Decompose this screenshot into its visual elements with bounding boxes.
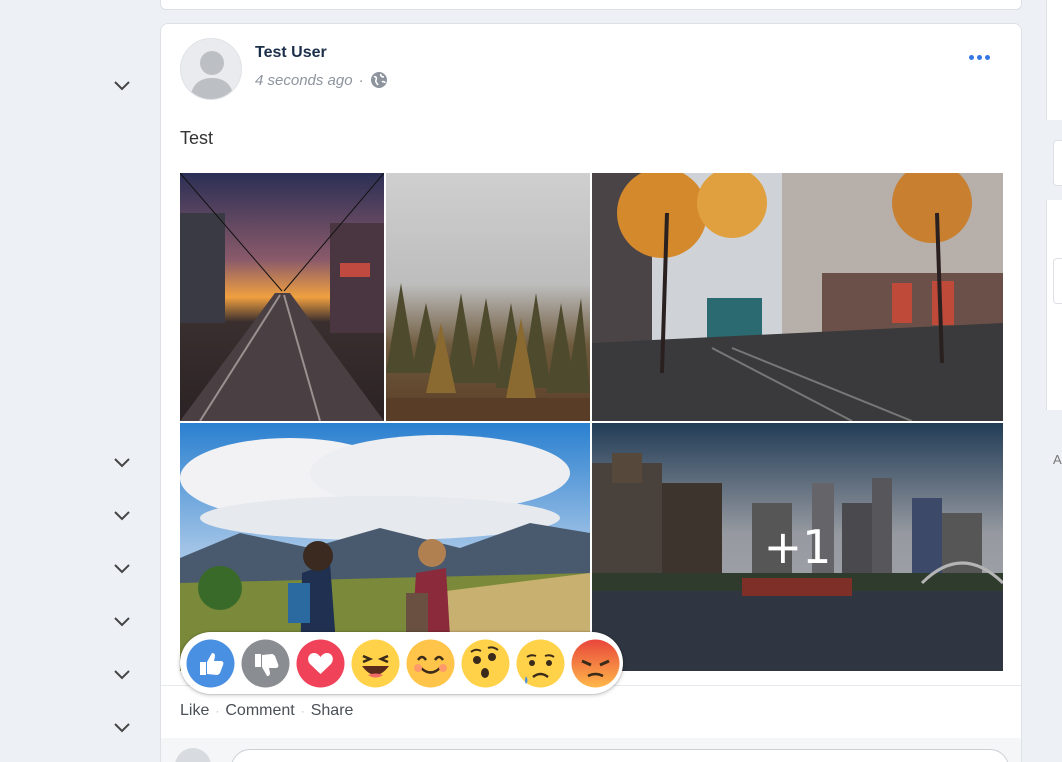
chevron-down-icon[interactable] [112,668,132,682]
share-button[interactable]: Share [311,702,354,720]
photo-autumn-tram[interactable] [592,173,1003,421]
action-separator: · [300,704,305,718]
right-column-label: A [1053,452,1062,467]
sad-reaction-icon[interactable] [516,639,565,688]
chevron-down-icon[interactable] [112,456,132,470]
dot-icon [984,54,990,60]
yay-reaction-icon[interactable] [406,639,455,688]
photo-foggy-forest[interactable] [386,173,590,421]
right-card [1046,200,1062,410]
comment-input[interactable] [231,749,1009,762]
more-options-button[interactable] [967,50,991,64]
like-reaction-icon[interactable] [186,639,235,688]
right-card-input[interactable] [1053,140,1062,186]
dot-icon [968,54,974,60]
right-card-input[interactable] [1053,258,1062,304]
previous-post-card [160,0,1022,10]
chevron-down-icon[interactable] [112,615,132,629]
dislike-reaction-icon[interactable] [241,639,290,688]
angry-reaction-icon[interactable] [571,639,620,688]
wow-reaction-icon[interactable] [461,639,510,688]
meta-separator: · [358,71,364,89]
chevron-down-icon[interactable] [112,509,132,523]
love-reaction-icon[interactable] [296,639,345,688]
left-column [0,0,160,762]
globe-icon[interactable] [370,71,388,89]
action-separator: · [215,704,220,718]
chevron-down-icon[interactable] [112,562,132,576]
chevron-down-icon[interactable] [112,79,132,93]
dot-icon [976,54,982,60]
author-name[interactable]: Test User [255,44,327,62]
haha-reaction-icon[interactable] [351,639,400,688]
like-button[interactable]: Like [180,702,209,720]
user-silhouette-icon [181,39,241,99]
photo-street-sunset[interactable] [180,173,384,421]
commenter-avatar [175,748,211,762]
post-time[interactable]: 4 seconds ago [255,72,353,89]
comment-button[interactable]: Comment [225,702,294,720]
photo-city-river[interactable]: +1 [592,423,1003,671]
right-card [1046,0,1062,120]
chevron-down-icon[interactable] [112,721,132,735]
more-photos-count[interactable]: +1 [592,423,1003,671]
post-text: Test [180,128,214,148]
reactions-popup [180,632,623,694]
avatar[interactable] [180,38,242,100]
post-meta: 4 seconds ago · [255,71,388,89]
comment-bar [161,738,1021,762]
post-actions: Like · Comment · Share [180,702,353,720]
